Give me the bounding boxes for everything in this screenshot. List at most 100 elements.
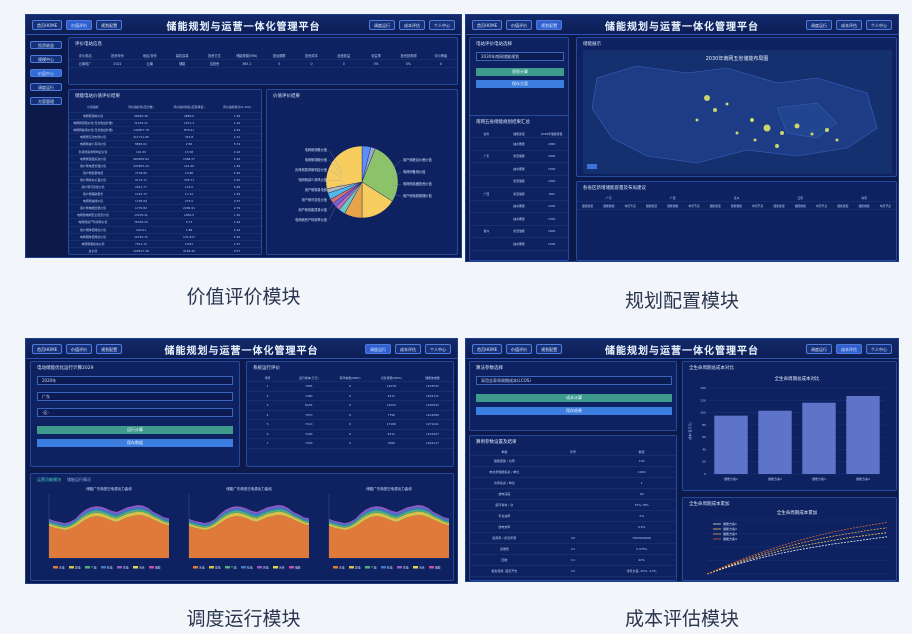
table-cell: 布局节点 <box>624 203 636 208</box>
save-data-button[interactable]: 保存数据 <box>37 439 233 447</box>
table-cell: 71433.47 <box>134 121 148 126</box>
nav-cost[interactable]: 成本评估 <box>399 20 425 30</box>
table-cell: 13278 <box>386 384 396 389</box>
nav-user[interactable]: 个人中心 <box>866 20 892 30</box>
plan-select[interactable]: 2030年南网储能规划 <box>476 52 564 61</box>
nav-cost[interactable]: 成本评估 <box>836 20 862 30</box>
year-select[interactable]: 2020年 <box>37 376 233 385</box>
table-cell: 税务费用, 固定开支 <box>491 569 518 573</box>
table-cell: 用户侧需量电费 <box>82 170 104 175</box>
legend-swatch <box>241 566 246 569</box>
table-cell: 电网侧资产利用率价值 <box>78 220 108 225</box>
nav-dispatch[interactable]: 调度运行 <box>806 20 832 30</box>
table-cell: 7070 <box>305 412 313 417</box>
table-cell: 电网侧减排价值 <box>82 199 104 204</box>
table-cell: 1.92 <box>233 234 241 239</box>
table-cell: 广西 <box>483 191 490 196</box>
table-cell: 140957.78 <box>133 128 149 133</box>
table-cell: 1250533 <box>425 403 439 408</box>
table-header: 评价电站 投资年份 地区/省份 装机容量 投资方式 储能规模(MW) 投运期限 投资成本 经营收… <box>69 52 457 60</box>
table-cell: 1770.82 <box>135 206 147 211</box>
region-select[interactable]: -区- <box>37 408 233 417</box>
table-cell: 1.37 <box>233 241 241 246</box>
table-cell: 5 <box>278 61 281 66</box>
table-cell: 13.86 <box>184 170 194 175</box>
table-cell: 价值指标 <box>87 105 99 109</box>
legend-label: 风电 <box>263 566 269 570</box>
table-cell: 411711.89 <box>133 135 149 140</box>
table-cell: 总价值 <box>88 248 98 253</box>
area-series <box>189 514 309 558</box>
y-tick-label: 60 <box>702 435 706 439</box>
table-cell: 273.5 <box>184 199 194 204</box>
sidebar-item[interactable]: 价值中心 <box>30 69 62 77</box>
table-cell: 储能规模 <box>794 203 806 208</box>
table-cell: 新型储能 <box>513 191 525 196</box>
caption-plan: 规划配置模块 <box>624 290 739 312</box>
nav-dispatch[interactable]: 调度运行 <box>369 20 395 30</box>
table-cell: 1 <box>640 481 643 485</box>
legend-label: 储能方案2 <box>723 526 737 531</box>
legend-swatch <box>413 566 418 569</box>
caption-cost: 成本评估模块 <box>624 608 739 630</box>
legend-swatch <box>273 566 278 569</box>
table-cell: 布局节点 <box>879 203 891 208</box>
province-select[interactable]: 广东 <box>37 392 233 401</box>
legend-label: 气电 <box>231 566 237 570</box>
table-cell: 2284.91 <box>183 206 195 211</box>
card-title: 算法参数选择 <box>476 366 503 371</box>
nav-dispatch[interactable]: 调度运行 <box>806 344 832 354</box>
sidebar-item[interactable]: 规模中心 <box>30 55 62 63</box>
table-cell: 1233532 <box>425 384 439 389</box>
table-cell: 48059.36 <box>134 114 148 119</box>
table-cell: 2022 <box>113 61 122 66</box>
table-cell: 评价等级 <box>434 54 448 58</box>
province-label: 广东 <box>606 195 612 200</box>
table-cell: 新型储能 <box>513 229 525 234</box>
cost-method-select[interactable]: 采用全寿命周期成本(LCOS) <box>476 376 672 385</box>
sidebar-item[interactable]: 方案管理 <box>30 97 62 105</box>
pie-label: 用户侧电费管理价值 <box>403 193 432 198</box>
table-cell: 1000 <box>548 229 556 234</box>
plan-save-button[interactable]: 保存方案 <box>476 80 564 88</box>
nav-cost[interactable]: 成本评估 <box>836 344 862 354</box>
card-title: 南网五省储能规划结果汇总 <box>476 120 530 125</box>
nav-user[interactable]: 个人中心 <box>429 20 455 30</box>
table-row: 用户侧需量电费 7139.80 13.86 1.92 <box>69 170 261 177</box>
legend-label: 储能 <box>435 566 441 570</box>
table-cell: 13254 <box>386 403 396 408</box>
nav-user[interactable]: 个人中心 <box>866 344 892 354</box>
line-chart-title: 全生命周期成本累加 <box>777 509 818 516</box>
sidebar-item[interactable]: 投资收益 <box>30 41 62 49</box>
table-cell: 1.30 <box>233 213 241 218</box>
table-row: 电网侧延缓投资价值 483635.84 1568.27 1.93 <box>69 156 261 163</box>
table-cell: 电网侧黑启动价值 <box>81 241 105 246</box>
table-cell: C1 <box>571 547 576 551</box>
cost-calc-button[interactable]: 成本计算 <box>476 394 672 402</box>
table-cell: 储能容量 / 功率 <box>493 459 515 463</box>
nav-right: 调度运行 成本评估 个人中心 <box>369 20 455 30</box>
legend-swatch <box>101 566 106 569</box>
plan-calc-button[interactable]: 规划计算 <box>476 68 564 76</box>
pie-label: 用户侧可靠性价值 <box>302 197 328 202</box>
caption-value: 价值评价模块 <box>186 286 301 308</box>
sidebar-item[interactable]: 调度运行 <box>30 83 62 91</box>
table-row: 6 7160 0 9311 1215427 <box>247 430 453 439</box>
table-cell: 电网侧调频价值(包含收益补偿) <box>73 121 113 126</box>
table-cell: 7139.80 <box>135 170 147 175</box>
table-cell: 评价指标排名(实际排名) <box>173 105 205 109</box>
table-cell: 抽水蓄能 <box>513 241 525 246</box>
table-row: 年衰减率 2% <box>470 511 676 522</box>
run-calc-button[interactable]: 运行计算 <box>37 426 233 434</box>
table-cell: 100 <box>638 459 645 463</box>
nav-dispatch[interactable]: 调度运行 <box>365 344 391 354</box>
legend-swatch <box>133 566 138 569</box>
table-cell: 布局节点 <box>815 203 828 208</box>
plan-summary-table: 省份 储能类型 2030年储能容量 抽水蓄能 2000 广东 新型储能 3000 抽水蓄能 150… <box>470 130 568 251</box>
table-cell: 广东 <box>483 154 490 159</box>
cost-save-button[interactable]: 保存结果 <box>476 407 672 415</box>
nav-user[interactable]: 个人中心 <box>425 344 451 354</box>
nav-cost[interactable]: 成本评估 <box>395 344 421 354</box>
table-cell: 弃风电量(MWh) <box>339 375 361 380</box>
table-cell: 评价指标得分(0-100) <box>223 105 251 109</box>
